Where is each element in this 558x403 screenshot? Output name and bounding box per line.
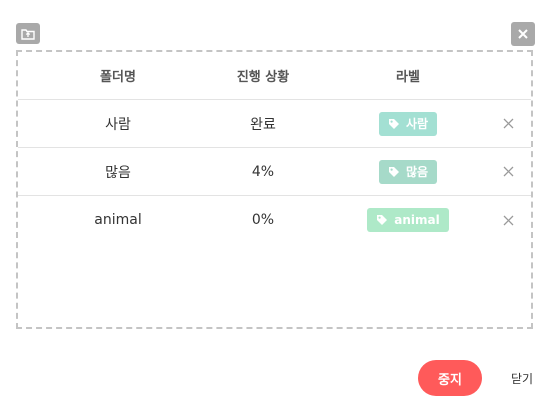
label-text: 많음 (405, 165, 429, 179)
table-header: 폴더명 진행 상황 라벨 (18, 52, 531, 100)
table-row: 많음 4% 많음 (18, 148, 531, 196)
remove-row-icon[interactable] (498, 210, 518, 230)
header-folder-name: 폴더명 (100, 70, 136, 85)
header-label: 라벨 (396, 70, 420, 85)
remove-row-icon[interactable] (498, 162, 518, 182)
label-cell: 사람 (338, 100, 478, 147)
header-progress: 진행 상황 (236, 70, 290, 85)
folder-name: 사람 (105, 116, 131, 133)
remove-cell (493, 196, 523, 244)
table-row: animal 0% animal (18, 196, 531, 244)
folder-name: animal (94, 212, 142, 228)
stop-button[interactable]: 중지 (418, 360, 482, 396)
label-text: animal (394, 213, 440, 227)
folder-name: 많음 (105, 164, 131, 181)
remove-cell (493, 148, 523, 195)
label-tag[interactable]: 많음 (378, 159, 438, 184)
progress-status: 완료 (250, 116, 276, 133)
close-icon[interactable] (511, 22, 535, 46)
label-tag[interactable]: 사람 (378, 111, 438, 136)
progress-status: 0% (251, 212, 275, 228)
tag-icon (377, 215, 388, 225)
label-cell: animal (338, 196, 478, 244)
label-text: 사람 (405, 117, 429, 131)
label-cell: 많음 (338, 148, 478, 195)
close-button[interactable]: 닫기 (500, 360, 544, 396)
folder-drop-area[interactable]: 폴더명 진행 상황 라벨 사람 완료 사람 많음 4% 많음 animal 0%… (16, 50, 533, 329)
folder-upload-icon (16, 23, 40, 44)
progress-status: 4% (251, 163, 275, 180)
label-tag[interactable]: animal (367, 208, 449, 232)
tag-icon (388, 166, 399, 177)
remove-row-icon[interactable] (498, 114, 518, 134)
tag-icon (388, 118, 399, 129)
remove-cell (493, 100, 523, 147)
table-row: 사람 완료 사람 (18, 100, 531, 148)
